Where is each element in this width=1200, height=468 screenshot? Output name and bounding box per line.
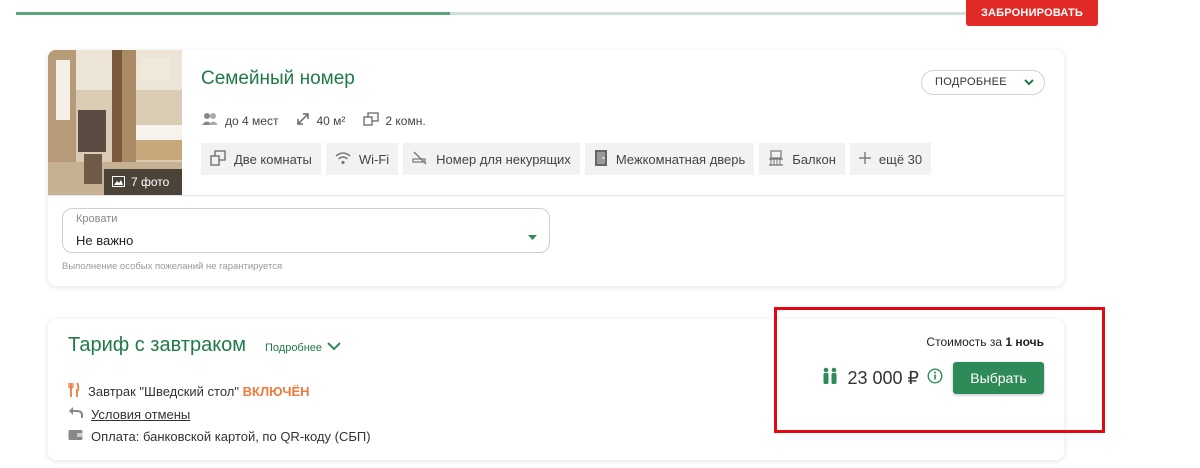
breakfast-status: ВКЛЮЧЁН — [242, 384, 310, 399]
amenity-chip-two-rooms[interactable]: Две комнаты — [201, 143, 321, 175]
amenity-label: ещё 30 — [878, 151, 923, 167]
rooms-icon — [363, 112, 380, 129]
amenity-label: Две комнаты — [234, 151, 312, 167]
image-icon — [112, 170, 125, 195]
amenity-label: Номер для некурящих — [436, 151, 571, 167]
amenity-chips: Две комнаты Wi-Fi Номер для некурящих Ме… — [201, 143, 932, 175]
fork-knife-icon — [68, 382, 80, 401]
payment-text: Оплата: банковской картой, по QR-коду (С… — [91, 429, 371, 444]
plus-icon — [858, 151, 871, 167]
amenity-chip-balcony[interactable]: Балкон — [759, 143, 845, 175]
no-smoking-icon — [412, 151, 428, 168]
spec-rooms-text: 2 комн. — [385, 113, 426, 128]
amenity-chip-more[interactable]: ещё 30 — [849, 143, 932, 175]
room-photo[interactable]: 7 фото — [48, 50, 182, 195]
chevron-down-icon — [1024, 75, 1034, 98]
amenity-chip-door[interactable]: Межкомнатная дверь — [584, 143, 755, 175]
spec-area-text: 40 м² — [316, 113, 346, 128]
photo-count-badge[interactable]: 7 фото — [104, 169, 182, 195]
room-title[interactable]: Семейный номер — [201, 68, 355, 90]
photo-count-label: 7 фото — [131, 175, 170, 189]
tariff-payment: Оплата: банковской картой, по QR-коду (С… — [68, 429, 371, 444]
room-card-divider — [48, 195, 1064, 196]
cancel-conditions-link[interactable]: Условия отмены — [91, 407, 190, 422]
booking-progress-bar — [16, 12, 1026, 15]
chevron-down-icon — [327, 341, 341, 354]
door-icon — [594, 149, 608, 170]
booking-progress-fill — [16, 12, 451, 15]
room-specs: до 4 мест 40 м² 2 комн. — [201, 112, 426, 129]
room-details-label: ПОДРОБНЕЕ — [935, 76, 1007, 88]
area-icon — [296, 112, 310, 129]
wallet-icon — [68, 429, 83, 444]
beds-note: Выполнение особых пожеланий не гарантиру… — [62, 261, 283, 272]
spec-rooms: 2 комн. — [363, 112, 426, 129]
amenity-chip-wifi[interactable]: Wi-Fi — [325, 143, 399, 175]
amenity-label: Балкон — [792, 151, 836, 167]
beds-select-value: Не важно — [76, 233, 134, 248]
tariff-more-link[interactable]: Подробнее — [265, 341, 341, 354]
tariff-title[interactable]: Тариф с завтраком — [68, 334, 246, 357]
two-rooms-icon — [210, 149, 226, 169]
beds-select[interactable]: Кровати Не важно — [62, 208, 550, 253]
book-button[interactable]: ЗАБРОНИРОВАТЬ — [966, 0, 1098, 26]
spec-area: 40 м² — [296, 112, 345, 129]
tariff-more-label: Подробнее — [265, 341, 323, 354]
balcony-icon — [768, 149, 784, 169]
tariff-breakfast: Завтрак "Шведский стол" ВКЛЮЧЁН — [68, 382, 310, 401]
guests-icon — [201, 112, 219, 129]
spec-guests-text: до 4 мест — [225, 113, 279, 128]
undo-arrow-icon — [68, 406, 83, 422]
highlight-box — [774, 307, 1105, 433]
wifi-icon — [335, 151, 351, 168]
breakfast-text: Завтрак "Шведский стол" — [88, 384, 240, 399]
beds-select-label: Кровати — [76, 213, 118, 225]
tariff-cancel: Условия отмены — [68, 406, 190, 422]
amenity-label: Wi-Fi — [358, 151, 390, 167]
room-card: 7 фото Семейный номер ПОДРОБНЕЕ до 4 мес… — [48, 50, 1064, 286]
caret-down-icon — [528, 228, 537, 246]
room-details-button[interactable]: ПОДРОБНЕЕ — [921, 70, 1045, 95]
amenity-chip-no-smoking[interactable]: Номер для некурящих — [403, 143, 580, 175]
amenity-label: Межкомнатная дверь — [615, 151, 746, 167]
spec-guests: до 4 мест — [201, 112, 278, 129]
